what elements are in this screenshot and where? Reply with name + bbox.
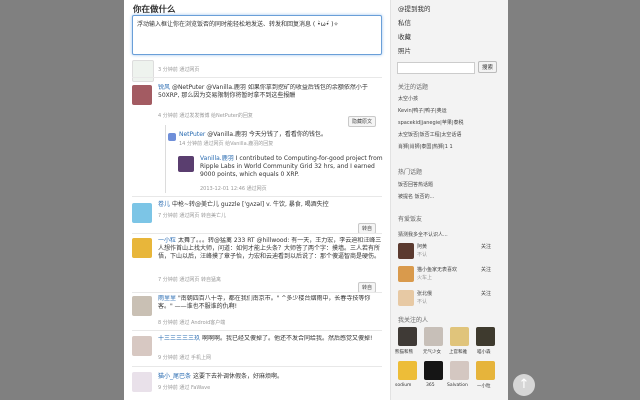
following-avatar[interactable]	[476, 361, 495, 380]
hot-topic-item[interactable]: 饭否回答热话题	[398, 181, 433, 190]
topic-item[interactable]: 肖狮|肖狮|泰国|热狮|1 1	[398, 143, 453, 152]
divider	[132, 196, 382, 197]
timeline-text: @NetPuter @Vanilla.鹿羽 如果你拿到挖矿的收益后钱包的余额依然…	[158, 84, 368, 99]
divider	[132, 77, 382, 78]
following-avatar[interactable]	[450, 327, 469, 346]
timeline-text: 中枪~转@美亡儿 guzzle ['gʌzəl] v. 牛饮, 暴食, 喝酒失控	[171, 201, 329, 208]
following-avatar[interactable]	[424, 361, 443, 380]
timeline-item-5: 一小粒 太舞了。。。转@猛禽 233 RT @hillwood: 有一天，王力宏…	[158, 237, 382, 269]
sidebar-link-favorites[interactable]: 收藏	[398, 31, 411, 41]
topics-title: 关注的话题	[398, 84, 429, 91]
hot-topics-title: 热门话题	[398, 169, 423, 176]
timeline-meta-5: 7 分钟前 通过网页 转自猛禽	[158, 277, 221, 283]
rec-user-note: 火车上	[417, 275, 433, 281]
reply-item-1: NetPuter @Vanilla.鹿羽 今天分钱了，看看你的钱包。	[179, 131, 384, 139]
rec-user-note: 不认	[417, 299, 428, 305]
timeline-item-1: 锐风 @NetPuter @Vanilla.鹿羽 如果你拿到挖矿的收益后钱包的余…	[158, 84, 382, 100]
following-avatar[interactable]	[450, 361, 469, 380]
recommend-title: 有爱饭友	[398, 216, 423, 223]
avatar[interactable]	[398, 243, 414, 259]
timeline-item-7: 十三三三三三玖 啊啊啊。我已经又傻掉了。他还不发合同给我。然后感觉又傻掉!	[158, 335, 382, 351]
topic-item[interactable]: spacekid|janegie|苹果|泰税	[398, 119, 464, 128]
divider	[132, 330, 382, 331]
sidebar-link-messages[interactable]: 私信	[398, 17, 411, 27]
following-name[interactable]: 喵小森	[477, 349, 491, 355]
reply-username[interactable]: NetPuter	[179, 131, 205, 138]
reply-thread: NetPuter @Vanilla.鹿羽 今天分钱了，看看你的钱包。 14 分钟…	[165, 125, 386, 193]
timeline-username[interactable]: 一小粒	[158, 237, 176, 244]
avatar[interactable]	[398, 290, 414, 306]
timeline-text: 啊啊啊。我已经又傻掉了。他还不发合同给我。然后感觉又傻掉!	[201, 335, 373, 342]
timeline-meta-7: 9 分钟前 通过 手机上网	[158, 355, 211, 361]
timeline-item-8: 猫小_尾巴条 这要下去补调休假条，好麻烦啊。	[158, 373, 382, 381]
follow-button[interactable]: 关注	[481, 243, 491, 252]
divider	[132, 366, 382, 367]
sidebar-link-photos[interactable]: 照片	[398, 45, 411, 55]
timeline-username[interactable]: 十三三三三三玖	[158, 335, 200, 342]
following-name[interactable]: Salvation	[447, 383, 468, 388]
timeline-meta-6: 8 分钟前 通过 Android客户端	[158, 320, 226, 326]
timeline-meta-4: 7 分钟前 通过网页 转自美亡儿	[158, 213, 226, 219]
hot-topic-item[interactable]: 被提名 饭否的...	[398, 193, 434, 202]
search-input[interactable]	[397, 62, 475, 74]
search-button[interactable]: 搜索	[478, 61, 498, 73]
compose-input[interactable]: 浮动输入框让你在浏览饭否的同时能轻松地发送、转发和回复消息 ( •̀ω•́ )✧	[132, 15, 382, 55]
following-name[interactable]: sodium	[395, 383, 411, 388]
following-avatar[interactable]	[476, 327, 495, 346]
divider	[132, 233, 382, 234]
follow-button[interactable]: 关注	[481, 266, 491, 275]
avatar[interactable]	[168, 133, 176, 141]
sidebar-link-mentions[interactable]: @提到我的	[398, 3, 431, 13]
timeline-username[interactable]: 猫小_尾巴条	[158, 373, 191, 380]
following-name[interactable]: 熊猫和熊	[395, 349, 413, 355]
avatar[interactable]	[132, 336, 152, 356]
reply-item-2: Vanilla.鹿羽 I contributed to Computing-fo…	[200, 155, 386, 187]
rec-user-note: 不认	[417, 252, 428, 258]
timeline-item-4: 卷儿 中枪~转@美亡儿 guzzle ['gʌzəl] v. 牛饮, 暴食, 喝…	[158, 201, 382, 209]
timeline-text: 这要下去补调休假条，好麻烦啊。	[192, 373, 283, 380]
timeline-username[interactable]: 锐风	[158, 84, 170, 91]
page: 你在做什么 浮动输入框让你在浏览饭否的同时能轻松地发送、转发和回复消息 ( •̀…	[124, 0, 508, 400]
timeline-text: 太舞了。。。转@猛禽 233 RT @hillwood: 有一天，王力宏，李云迪…	[158, 237, 382, 260]
reply-meta-2: 2013-12-01 12:46 通过网页	[200, 186, 267, 192]
avatar[interactable]	[178, 156, 194, 172]
following-name[interactable]: 元气少女	[423, 349, 441, 355]
timeline-meta-1: 4 分钟前 通过发发微博 给NetPuter的回复	[158, 113, 253, 119]
topic-item[interactable]: 太空小孩	[398, 95, 418, 104]
timeline-username[interactable]: 雨里里	[158, 295, 176, 302]
main-column: 你在做什么 浮动输入框让你在浏览饭否的同时能轻松地发送、转发和回复消息 ( •̀…	[124, 0, 390, 400]
scroll-to-top-button[interactable]: ↑	[513, 374, 535, 396]
following-name[interactable]: 上官和雅	[449, 349, 467, 355]
avatar[interactable]	[132, 296, 152, 316]
avatar[interactable]	[132, 85, 152, 105]
following-name[interactable]: 一小粒	[477, 383, 491, 389]
timeline-meta-8: 9 分钟前 通过 FaWave	[158, 385, 211, 391]
recommend-subtitle: 猜测我多全不认识人...	[398, 232, 448, 238]
timeline-meta-0: 3 分钟前 通过网页	[158, 67, 200, 73]
following-avatar[interactable]	[398, 327, 417, 346]
timeline-username[interactable]: 卷儿	[158, 201, 170, 208]
topic-item[interactable]: 太空饭否|饭否工程|太空话语	[398, 131, 461, 140]
topic-item[interactable]: Kevin|鸭子|鸭子|奥运	[398, 107, 447, 116]
avatar[interactable]	[132, 60, 154, 82]
compose-title: 你在做什么	[133, 5, 176, 15]
reply-meta-1: 14 分钟前 通过网页 给Vanilla.鹿羽的回复	[179, 141, 274, 147]
avatar[interactable]	[132, 203, 152, 223]
avatar[interactable]	[132, 238, 152, 258]
following-avatar[interactable]	[398, 361, 417, 380]
timeline-text: "南朝四百八十寺，都在我们南京市。" ^多少楼台烟雨中，长春寺技等你客。" ——…	[158, 295, 371, 310]
divider	[132, 292, 382, 293]
avatar[interactable]	[398, 266, 414, 282]
avatar[interactable]	[132, 372, 152, 392]
following-avatar[interactable]	[424, 327, 443, 346]
reply-username[interactable]: Vanilla.鹿羽	[200, 155, 234, 162]
following-title: 我关注的人	[398, 317, 429, 324]
follow-button[interactable]: 关注	[481, 290, 491, 299]
following-name[interactable]: 365	[426, 383, 435, 388]
sidebar: @提到我的 私信 收藏 照片 搜索 关注的话题 太空小孩 Kevin|鸭子|鸭子…	[390, 0, 508, 400]
timeline-item-6: 雨里里 "南朝四百八十寺，都在我们南京市。" ^多少楼台烟雨中，长春寺技等你客。…	[158, 295, 382, 319]
reply-text: @Vanilla.鹿羽 今天分钱了，看看你的钱包。	[207, 131, 327, 138]
